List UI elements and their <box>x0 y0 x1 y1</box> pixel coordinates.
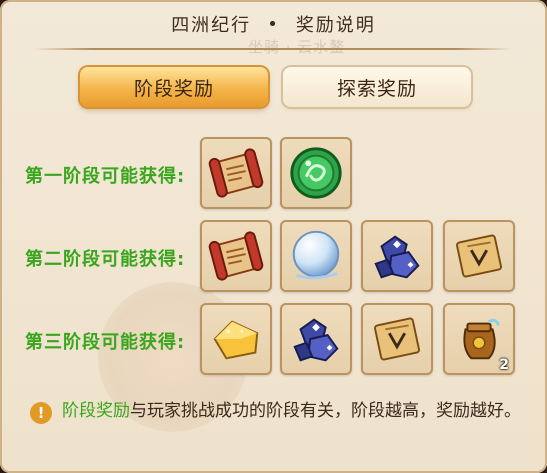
tab-stage-reward[interactable]: 阶段奖励 <box>80 67 268 107</box>
info-highlight: 阶段奖励 <box>62 401 130 421</box>
reward-slot[interactable] <box>361 220 433 292</box>
stage-1-label: 第一阶段可能获得: <box>25 166 186 187</box>
reward-slot[interactable] <box>361 303 433 375</box>
scroll-icon <box>208 231 264 281</box>
reward-slot[interactable] <box>200 137 272 209</box>
reward-slot[interactable] <box>443 220 515 292</box>
info-text: 阶段奖励与玩家挑战成功的阶段有关，阶段越高，奖励越好。 <box>62 398 532 425</box>
crystal-ore-icon <box>374 235 420 279</box>
reward-slot[interactable] <box>200 303 272 375</box>
jade-disc-icon <box>290 147 342 199</box>
info-icon: ! <box>30 402 52 424</box>
reward-slot[interactable]: 2 <box>443 303 515 375</box>
reward-slot[interactable] <box>280 303 352 375</box>
header-right: 奖励说明 <box>295 15 376 36</box>
reward-slot[interactable] <box>280 220 352 292</box>
info-body: 与玩家挑战成功的阶段有关，阶段越高，奖励越好。 <box>130 401 521 421</box>
header-divider <box>34 48 513 50</box>
map-scroll-icon <box>456 234 502 278</box>
header-left: 四洲纪行 <box>171 15 252 36</box>
header-separator: • <box>267 13 280 35</box>
reward-slot[interactable] <box>280 137 352 209</box>
reward-panel: 坐骑 · 云水鳌 四洲纪行 • 奖励说明 阶段奖励 探索奖励 第一阶段可能获得:… <box>0 0 547 473</box>
scroll-icon <box>208 148 264 198</box>
panel-header: 四洲纪行 • 奖励说明 <box>0 0 547 48</box>
tab-explore-reward[interactable]: 探索奖励 <box>283 67 471 107</box>
stage-2-label: 第二阶段可能获得: <box>25 249 186 270</box>
item-count: 2 <box>499 357 509 373</box>
stage-3-label: 第三阶段可能获得: <box>25 332 186 353</box>
map-scroll-icon <box>374 317 420 361</box>
gold-ingot-icon <box>213 320 259 360</box>
crystal-ore-icon <box>293 318 339 362</box>
pearl-orb-icon <box>292 230 340 280</box>
reward-slot[interactable] <box>200 220 272 292</box>
